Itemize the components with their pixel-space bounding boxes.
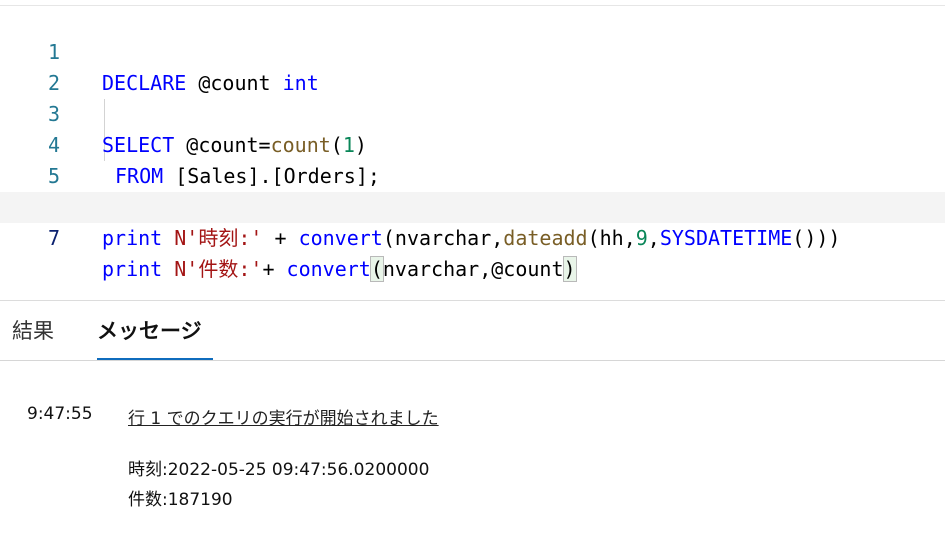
- code-fragment: ())): [792, 226, 841, 250]
- matched-bracket: ): [562, 256, 577, 282]
- code-line-3[interactable]: 3 SELECT @count=count(1): [0, 68, 945, 157]
- code-line-2[interactable]: 2: [0, 37, 945, 95]
- query-editor[interactable]: 1 DECLARE @count int 2 3 SELECT @count=c…: [0, 6, 945, 282]
- message-output-line: 時刻:2022-05-25 09:47:56.0200000: [128, 460, 430, 480]
- results-tabbar: 結果 メッセージ: [0, 302, 945, 361]
- code-fragment: nvarchar,@count: [382, 257, 564, 281]
- code-text[interactable]: print N'件数:'+ convert(nvarchar,@count): [102, 254, 577, 285]
- number-literal: 9: [635, 226, 648, 250]
- function-name: SYSDATETIME: [659, 226, 793, 250]
- keyword: print: [102, 257, 163, 281]
- tabbar-border: [0, 360, 945, 361]
- code-text[interactable]: print N'時刻:' + convert(nvarchar,dateadd(…: [102, 223, 840, 254]
- code-line-7[interactable]: 7 print N'件数:'+ convert(nvarchar,@count): [0, 192, 945, 282]
- function-name: convert: [298, 226, 383, 250]
- code-line-6[interactable]: 6 print N'時刻:' + convert(nvarchar,datead…: [0, 161, 945, 250]
- matched-bracket: (: [369, 256, 384, 282]
- query-start-link[interactable]: 行 1 でのクエリの実行が開始されました: [128, 404, 439, 429]
- code-fragment: (hh,: [587, 226, 636, 250]
- string-literal: N'時刻:': [174, 226, 263, 250]
- keyword: print: [102, 226, 163, 250]
- code-line-5[interactable]: 5: [0, 130, 945, 188]
- message-timestamp: 9:47:55: [27, 404, 93, 424]
- tab-messages[interactable]: メッセージ: [97, 316, 202, 346]
- function-name: convert: [286, 257, 371, 281]
- string-literal: N'件数:': [174, 257, 263, 281]
- message-output-line: 件数:187190: [128, 490, 233, 510]
- line-number: 7: [47, 226, 60, 250]
- code-fragment: (nvarchar,: [382, 226, 504, 250]
- code-line-1[interactable]: 1 DECLARE @count int: [0, 6, 945, 95]
- operator: +: [262, 257, 287, 281]
- code-line-4[interactable]: 4 FROM [Sales].[Orders];: [0, 99, 945, 188]
- pane-divider[interactable]: [0, 300, 945, 301]
- code-fragment: ,: [647, 226, 660, 250]
- operator: +: [262, 226, 299, 250]
- function-name: dateadd: [503, 226, 588, 250]
- tab-results[interactable]: 結果: [12, 316, 54, 346]
